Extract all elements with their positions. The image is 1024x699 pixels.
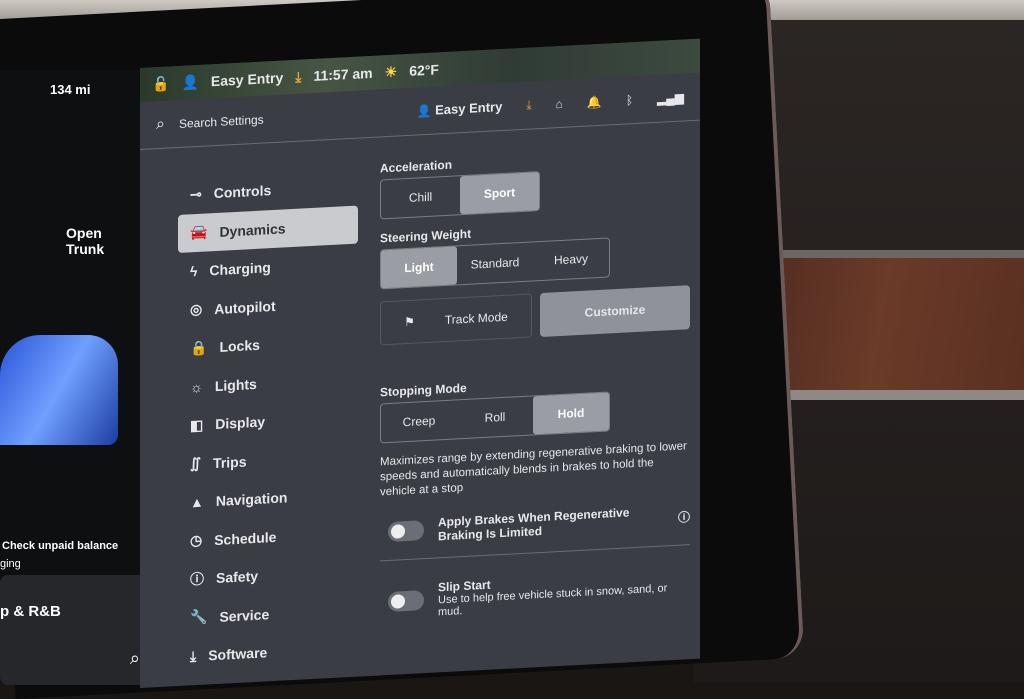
stopping-mode-selector: Creep Roll Hold: [380, 391, 610, 444]
display-icon: ◧: [190, 416, 204, 434]
range-readout: 134 mi: [50, 82, 91, 97]
option-sport[interactable]: Sport: [460, 172, 539, 215]
download-icon: ⤓: [295, 68, 302, 85]
sidebar-item-label: Software: [208, 644, 268, 664]
customize-button[interactable]: Customize: [540, 285, 690, 338]
option-hold[interactable]: Hold: [533, 392, 609, 435]
option-roll[interactable]: Roll: [457, 396, 533, 438]
search-icon[interactable]: ⌕: [130, 648, 140, 669]
sidebar-item-label: Charging: [209, 259, 271, 279]
alert-sub: ging: [0, 558, 21, 570]
track-mode-button[interactable]: ⚑ Track Mode: [380, 293, 532, 346]
download-icon[interactable]: ⤓: [526, 97, 531, 112]
profile-icon: 👤: [416, 103, 436, 118]
sidebar-item-label: Dynamics: [219, 220, 286, 240]
option-creep[interactable]: Creep: [381, 400, 457, 442]
car-icon: 🚘: [190, 223, 208, 241]
flag-icon: ⚑: [404, 314, 415, 330]
car-image: [0, 335, 118, 445]
bolt-icon: ϟ: [190, 263, 198, 280]
lock-icon: 🔒: [190, 339, 208, 357]
open-trunk-button[interactable]: Open Trunk: [66, 225, 104, 257]
sidebar-item-label: Display: [215, 413, 266, 433]
sidebar-item-software[interactable]: ⤓ Software: [178, 629, 358, 677]
signal-icon: ▂▄▆: [657, 89, 684, 106]
alert-icon: ⓘ: [190, 570, 204, 588]
car-panel: 134 mi Open Trunk Check unpaid balance g…: [0, 70, 190, 685]
sidebar-item-label: Safety: [216, 568, 259, 587]
apply-brakes-toggle[interactable]: [388, 520, 424, 543]
bell-icon[interactable]: 🔔: [587, 94, 602, 109]
wrench-icon: 🔧: [190, 608, 208, 626]
sidebar-item-label: Locks: [219, 336, 260, 356]
clock: 11:57 am: [313, 64, 373, 84]
stopping-mode-description: Maximizes range by extending regenerativ…: [380, 440, 687, 499]
search-icon: ⌕: [156, 115, 165, 133]
acceleration-selector: Chill Sport: [380, 171, 540, 220]
navigation-icon: ▲: [190, 493, 204, 511]
slip-start-toggle[interactable]: [388, 590, 424, 613]
sidebar-item-label: Trips: [213, 453, 247, 471]
lock-icon[interactable]: 🔓: [152, 75, 169, 93]
slip-start-row: Slip Start Use to help free vehicle stuc…: [380, 545, 690, 635]
sidebar-item-label: Navigation: [215, 489, 288, 510]
alert-text[interactable]: Check unpaid balance: [2, 540, 118, 552]
profile-icon: 👤: [181, 73, 199, 91]
sun-icon: ☀: [384, 63, 398, 80]
settings-screen: 🔓 👤 Easy Entry ⤓ 11:57 am ☀ 62°F ⌕ Searc…: [140, 38, 700, 689]
apply-brakes-label: Apply Brakes When Regenerative Braking I…: [438, 505, 630, 544]
profile-button[interactable]: Easy Entry: [435, 99, 502, 118]
toggle-icon: ⊸: [190, 185, 202, 203]
option-standard[interactable]: Standard: [457, 242, 533, 284]
garage-icon[interactable]: ⌂: [556, 96, 563, 110]
download-icon: ⤓: [190, 647, 197, 665]
option-heavy[interactable]: Heavy: [533, 238, 609, 280]
sun-icon: ☼: [190, 378, 203, 396]
track-mode-label: Track Mode: [444, 309, 508, 328]
option-chill[interactable]: Chill: [381, 176, 460, 218]
sidebar-item-label: Service: [219, 605, 270, 625]
option-light[interactable]: Light: [381, 246, 457, 289]
info-icon[interactable]: ⓘ: [678, 508, 690, 526]
settings-sidebar: ⊸ Controls 🚘 Dynamics ϟ Charging ◎ Autopilot…: [178, 167, 358, 677]
bluetooth-icon[interactable]: ᛒ: [626, 93, 633, 107]
sidebar-item-label: Autopilot: [214, 297, 276, 317]
search-input[interactable]: Search Settings: [179, 112, 264, 130]
clock-icon: ◷: [190, 531, 203, 549]
sidebar-item-label: Controls: [213, 182, 272, 202]
steering-weight-selector: Light Standard Heavy: [380, 237, 610, 290]
trips-icon: ∬: [190, 455, 202, 472]
sidebar-item-label: Lights: [214, 375, 257, 394]
status-profile[interactable]: Easy Entry: [211, 69, 283, 89]
steering-wheel-icon: ◎: [190, 300, 203, 318]
dynamics-panel: Acceleration Chill Sport Steering Weight…: [380, 139, 690, 635]
temperature: 62°F: [409, 61, 439, 79]
sidebar-item-label: Schedule: [214, 528, 277, 548]
